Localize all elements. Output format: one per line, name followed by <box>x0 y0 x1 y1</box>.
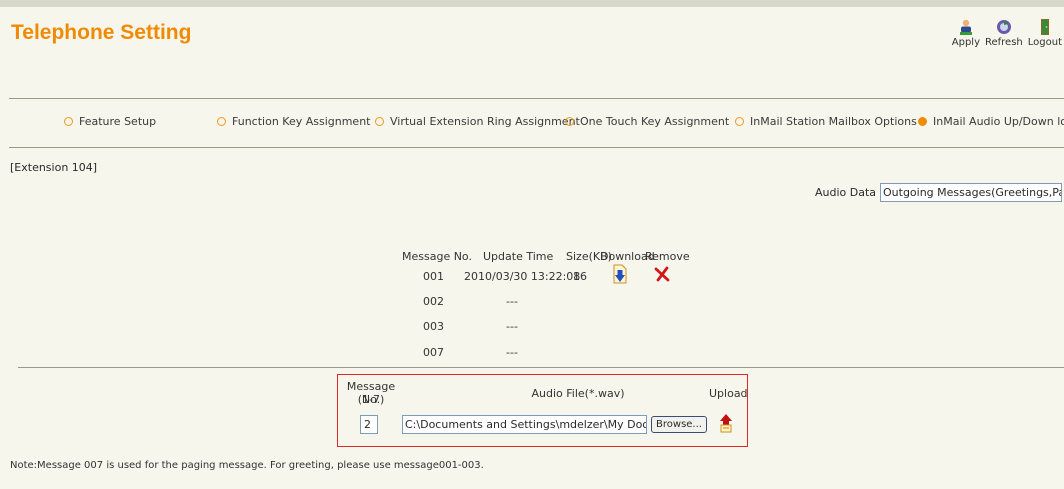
extension-label: [Extension 104] <box>10 161 98 174</box>
update-time: 2010/03/30 13:22:08 <box>464 270 581 283</box>
note-text: Note:Message 007 is used for the paging … <box>10 460 484 471</box>
audio-file-label: Audio File(*.wav) <box>531 387 625 400</box>
apply-icon <box>959 19 972 35</box>
audio-data-control: Audio Data Outgoing Messages(Greetings,P… <box>815 183 1062 202</box>
audio-file-input[interactable]: C:\Documents and Settings\mdelzer\My Doc… <box>402 415 647 434</box>
download-icon[interactable] <box>613 264 627 284</box>
tab-inmail-station-mailbox-options[interactable]: InMail Station Mailbox Options <box>735 115 917 128</box>
tab-inmail-audio-up-down-load[interactable]: InMail Audio Up/Down load <box>918 115 1064 128</box>
tab-feature-setup[interactable]: Feature Setup <box>64 115 156 128</box>
tab-one-touch-key-assignment[interactable]: One Touch Key Assignment <box>565 115 729 128</box>
col-header-update-time: Update Time <box>483 250 554 263</box>
update-time: --- <box>506 295 518 308</box>
col-header-remove: Remove <box>645 250 690 263</box>
upload-message-no-range: (1-7) <box>357 393 385 406</box>
size-kb: 16 <box>573 270 587 283</box>
message-no: 003 <box>423 320 444 333</box>
divider <box>9 147 1064 148</box>
divider <box>9 98 1064 99</box>
logout-icon <box>1040 19 1049 35</box>
radio-icon <box>735 117 744 126</box>
toolbar: Apply Refresh Logout <box>952 18 1062 48</box>
audio-data-select[interactable]: Outgoing Messages(Greetings,Paging) ▼ <box>880 183 1062 202</box>
refresh-button[interactable]: Refresh <box>985 18 1023 48</box>
page-title: Telephone Setting <box>11 21 192 44</box>
message-no: 007 <box>423 346 444 359</box>
radio-selected-icon <box>918 117 927 126</box>
tab-function-key-assignment[interactable]: Function Key Assignment <box>217 115 371 128</box>
apply-button[interactable]: Apply <box>952 18 980 48</box>
audio-data-value: Outgoing Messages(Greetings,Paging) <box>883 186 1061 199</box>
upload-icon[interactable] <box>719 412 733 434</box>
update-time: --- <box>506 320 518 333</box>
apply-label: Apply <box>951 37 980 48</box>
tab-bar: Feature Setup Function Key Assignment Vi… <box>0 115 1064 135</box>
tab-label: Feature Setup <box>79 115 157 128</box>
tab-label: Virtual Extension Ring Assignment <box>390 115 580 128</box>
logout-label: Logout <box>1027 37 1062 48</box>
tab-label: InMail Audio Up/Down load <box>933 115 1064 128</box>
logout-button[interactable]: Logout <box>1028 18 1062 48</box>
radio-icon <box>565 117 574 126</box>
message-no-input[interactable]: 2 <box>360 415 378 434</box>
tab-label: InMail Station Mailbox Options <box>750 115 917 128</box>
upload-label: Upload <box>709 387 748 400</box>
refresh-label: Refresh <box>984 37 1023 48</box>
audio-data-label: Audio Data <box>814 186 876 199</box>
tab-label: Function Key Assignment <box>232 115 371 128</box>
tab-label: One Touch Key Assignment <box>580 115 730 128</box>
top-border <box>0 0 1064 7</box>
radio-icon <box>217 117 226 126</box>
upload-panel: Message No. (1-7) Audio File(*.wav) Uplo… <box>337 374 748 447</box>
update-time: --- <box>506 346 518 359</box>
radio-icon <box>64 117 73 126</box>
tab-virtual-extension-ring-assignment[interactable]: Virtual Extension Ring Assignment <box>375 115 580 128</box>
col-header-message-no: Message No. <box>402 250 472 263</box>
browse-button[interactable]: Browse... <box>651 416 707 433</box>
message-no: 001 <box>423 270 444 283</box>
message-no: 002 <box>423 295 444 308</box>
divider <box>18 367 1064 368</box>
remove-icon[interactable] <box>654 266 670 282</box>
radio-icon <box>375 117 384 126</box>
refresh-icon <box>996 20 1011 34</box>
